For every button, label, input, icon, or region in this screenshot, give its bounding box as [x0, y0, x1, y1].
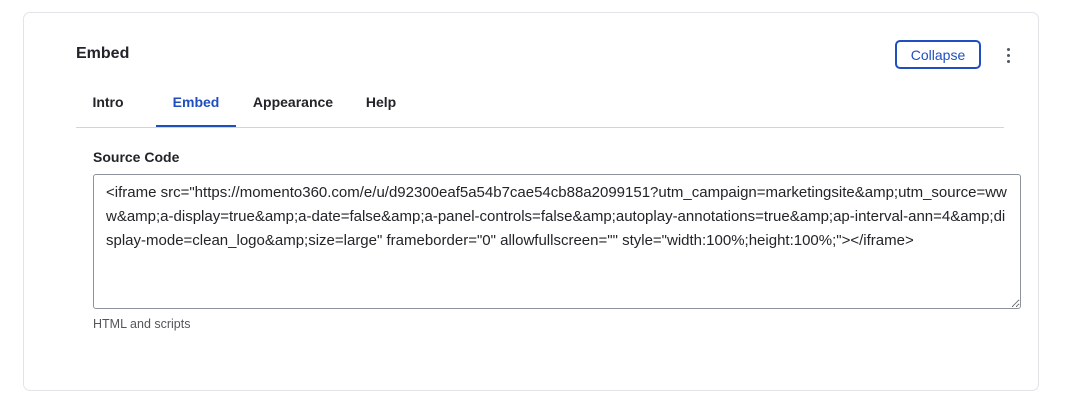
collapse-button[interactable]: Collapse — [895, 40, 981, 69]
source-code-textarea[interactable]: <iframe src="https://momento360.com/e/u/… — [93, 174, 1021, 309]
source-code-help-text: HTML and scripts — [93, 317, 191, 331]
tab-appearance[interactable]: Appearance — [244, 85, 342, 127]
tab-bar: Intro Embed Appearance Help — [76, 85, 1004, 128]
tab-embed[interactable]: Embed — [156, 85, 236, 127]
card-title: Embed — [76, 45, 130, 62]
tab-intro[interactable]: Intro — [76, 85, 140, 127]
source-code-label: Source Code — [93, 149, 180, 165]
tab-help[interactable]: Help — [354, 85, 408, 127]
more-vertical-icon[interactable] — [998, 44, 1018, 66]
embed-paragraph-card: Embed Collapse Intro Embed Appearance He… — [23, 12, 1039, 391]
